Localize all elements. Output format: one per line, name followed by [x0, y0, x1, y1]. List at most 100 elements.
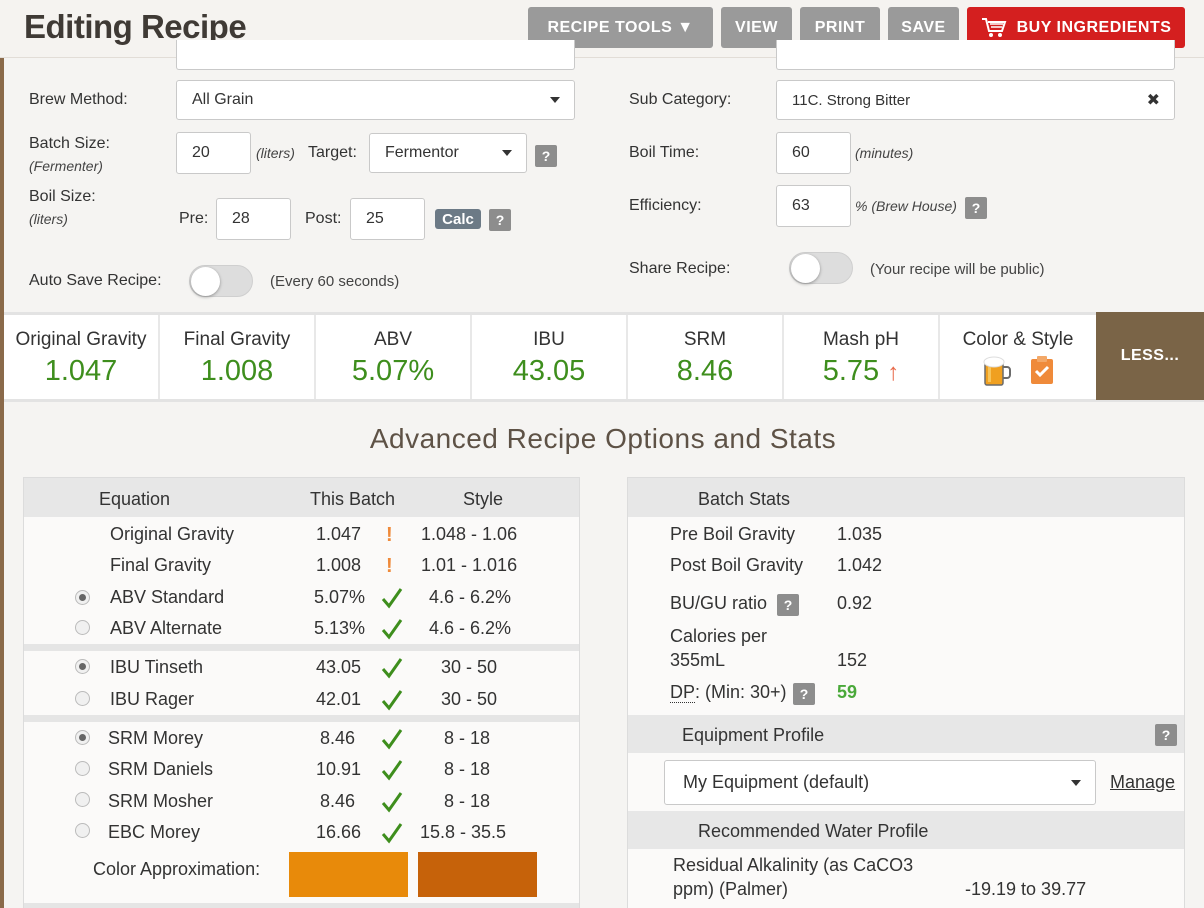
- less-button[interactable]: LESS...: [1096, 312, 1204, 400]
- bugu-ratio-value: 0.92: [837, 593, 873, 613]
- chevron-down-icon: [1071, 779, 1081, 786]
- batch-size-input[interactable]: 20: [176, 132, 251, 174]
- warning-icon: !: [386, 555, 393, 577]
- pre-boil-input[interactable]: 28: [216, 198, 291, 240]
- equipment-select[interactable]: My Equipment (default): [664, 760, 1096, 805]
- eq-name: ABV Alternate: [110, 618, 223, 638]
- brew-method-select[interactable]: All Grain: [176, 80, 575, 120]
- target-label: Target:: [308, 144, 357, 161]
- warning-icon: !: [386, 524, 393, 546]
- equipment-help-button[interactable]: ?: [1155, 724, 1177, 746]
- eq-batch: 8.46: [320, 791, 356, 811]
- equation-header: Equation This Batch Style: [24, 478, 579, 517]
- batch-stats-header: Batch Stats: [628, 478, 1184, 517]
- efficiency-help-button[interactable]: ?: [965, 197, 987, 219]
- auto-save-note: (Every 60 seconds): [270, 273, 400, 290]
- boil-time-unit: (minutes): [855, 145, 914, 161]
- efficiency-input[interactable]: 63: [776, 185, 851, 227]
- eq-style: 4.6 - 6.2%: [429, 618, 512, 638]
- abv-standard-radio[interactable]: [75, 590, 90, 605]
- target-value: Fermentor: [385, 144, 459, 161]
- stat-value: 5.07%: [351, 355, 435, 387]
- check-icon: [381, 658, 403, 679]
- brew-method-label: Brew Method:: [29, 91, 128, 108]
- residual-alkalinity-label-2: ppm) (Palmer): [673, 879, 789, 899]
- category-select-partial[interactable]: [776, 40, 1175, 70]
- stat-ibu: IBU 43.05: [472, 315, 628, 399]
- eq-style: 8 - 18: [444, 759, 491, 779]
- water-profile-title: Recommended Water Profile: [698, 821, 929, 841]
- bugu-help-button[interactable]: ?: [777, 594, 799, 616]
- share-recipe-toggle[interactable]: [789, 252, 853, 284]
- eq-name: SRM Daniels: [108, 759, 214, 779]
- post-boil-gravity-label: Post Boil Gravity: [670, 555, 804, 575]
- equipment-profile-title: Equipment Profile: [682, 725, 825, 745]
- auto-save-label: Auto Save Recipe:: [29, 272, 162, 289]
- boil-size-sub: (liters): [29, 211, 68, 227]
- srm-morey-radio[interactable]: [75, 730, 90, 745]
- stat-label: IBU: [533, 329, 565, 350]
- calories-label-line1: Calories per: [670, 626, 768, 646]
- section-title: Advanced Recipe Options and Stats: [369, 423, 837, 454]
- beer-mug-icon[interactable]: [982, 355, 1012, 387]
- sub-category-select[interactable]: 11C. Strong Bitter ✖: [776, 80, 1175, 120]
- ebc-morey-radio[interactable]: [75, 823, 90, 838]
- manage-equipment-link[interactable]: Manage: [1110, 772, 1175, 793]
- toggle-knob: [191, 267, 220, 296]
- row-separator: [24, 903, 579, 908]
- eq-style: 1.048 - 1.06: [421, 524, 518, 544]
- eq-name: EBC Morey: [108, 822, 201, 842]
- stat-label: SRM: [683, 329, 727, 350]
- check-icon: [381, 619, 403, 640]
- eq-style: 8 - 18: [444, 728, 491, 748]
- eq-batch: 43.05: [316, 657, 362, 677]
- style-color-swatch: [418, 852, 537, 897]
- boil-size-label: Boil Size:: [29, 188, 96, 205]
- eq-name: IBU Tinseth: [110, 657, 204, 677]
- eq-name: SRM Morey: [108, 728, 204, 748]
- ibu-rager-radio[interactable]: [75, 691, 90, 706]
- residual-alkalinity-value: -19.19 to 39.77: [965, 879, 1087, 899]
- row-separator: [24, 644, 579, 651]
- boil-time-input[interactable]: 60: [776, 132, 851, 174]
- eq-batch: 5.07%: [314, 587, 366, 607]
- clear-icon[interactable]: ✖: [1147, 90, 1160, 110]
- stat-value: 43.05: [512, 355, 586, 387]
- row-separator: [24, 715, 579, 722]
- post-boil-input[interactable]: 25: [350, 198, 425, 240]
- dp-value: 59: [837, 682, 858, 702]
- dp-help-button[interactable]: ?: [793, 683, 815, 705]
- brew-method-value: All Grain: [192, 91, 254, 108]
- cart-icon: [981, 17, 1006, 37]
- target-help-button[interactable]: ?: [535, 145, 557, 167]
- auto-save-toggle[interactable]: [189, 265, 253, 297]
- srm-daniels-radio[interactable]: [75, 761, 90, 776]
- stat-value: 1.047: [44, 355, 118, 387]
- eq-name: Final Gravity: [110, 555, 212, 575]
- boil-size-help-button[interactable]: ?: [489, 209, 511, 231]
- stat-abv: ABV 5.07%: [316, 315, 472, 399]
- color-approximation-label: Color Approximation:: [93, 859, 261, 879]
- efficiency-label: Efficiency:: [629, 197, 702, 214]
- batch-stats-title: Batch Stats: [698, 489, 791, 509]
- style-select-partial[interactable]: [176, 40, 575, 70]
- eq-batch: 5.13%: [314, 618, 366, 638]
- eq-name: Original Gravity: [110, 524, 235, 544]
- dp-min: : (Min: 30+): [695, 682, 787, 702]
- abv-alternate-radio[interactable]: [75, 620, 90, 635]
- mash-ph-value: 5.75: [822, 355, 880, 387]
- check-icon: [381, 792, 403, 813]
- calc-button[interactable]: Calc: [435, 209, 481, 229]
- water-profile-header: Recommended Water Profile: [628, 811, 1184, 849]
- eq-style: 4.6 - 6.2%: [429, 587, 512, 607]
- eq-name: ABV Standard: [110, 587, 225, 607]
- clipboard-check-icon[interactable]: [1030, 355, 1054, 385]
- eq-batch: 8.46: [320, 728, 356, 748]
- col-this-batch: This Batch: [310, 489, 396, 509]
- ibu-tinseth-radio[interactable]: [75, 659, 90, 674]
- srm-mosher-radio[interactable]: [75, 792, 90, 807]
- post-label: Post:: [305, 210, 342, 227]
- batch-color-swatch: [289, 852, 408, 897]
- stat-value: 1.008: [200, 355, 274, 387]
- target-select[interactable]: Fermentor: [369, 133, 527, 173]
